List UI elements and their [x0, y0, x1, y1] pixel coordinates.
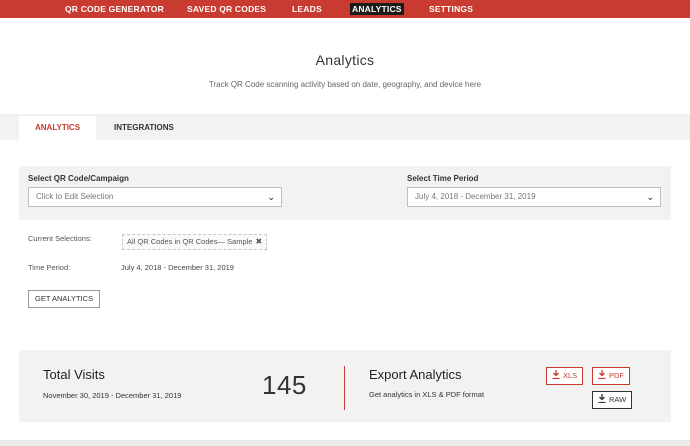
total-visits-range: November 30, 2019 - December 31, 2019 [43, 391, 182, 400]
export-subtitle: Get analytics in XLS & PDF format [369, 390, 485, 399]
time-period-row-value: July 4, 2018 - December 31, 2019 [121, 263, 234, 272]
campaign-label: Select QR Code/Campaign [28, 174, 129, 183]
close-icon[interactable]: ✖ [255, 237, 262, 246]
stats-bar: Total Visits November 30, 2019 - Decembe… [19, 350, 671, 422]
selection-chip-text: All QR Codes in QR Codes— Sample [127, 237, 253, 246]
export-raw-label: RAW [609, 395, 627, 404]
chevron-down-icon: ⌄ [267, 192, 275, 202]
nav-leads[interactable]: LEADS [292, 0, 322, 18]
download-icon [598, 394, 606, 403]
nav-analytics[interactable]: ANALYTICS [350, 3, 404, 15]
nav-settings[interactable]: SETTINGS [429, 0, 473, 18]
export-raw-button[interactable]: RAW [592, 391, 633, 409]
page-title: Analytics [315, 52, 375, 68]
page-subtitle: Track QR Code scanning activity based on… [208, 80, 482, 89]
top-nav: QR CODE GENERATOR SAVED QR CODES LEADS A… [0, 0, 690, 18]
export-pdf-button[interactable]: PDF [592, 367, 630, 385]
page-header: Analytics Track QR Code scanning activit… [0, 18, 690, 114]
nav-qr-code-generator[interactable]: QR CODE GENERATOR [65, 0, 164, 18]
footer-strip [0, 440, 690, 446]
chevron-down-icon: ⌄ [646, 192, 654, 202]
campaign-select-text: Click to Edit Selection [36, 192, 114, 201]
selection-chip: All QR Codes in QR Codes— Sample ✖ [122, 234, 268, 250]
export-pdf-label: PDF [609, 371, 624, 380]
total-visits-title: Total Visits [43, 367, 105, 382]
current-selections-label: Current Selections: [28, 234, 92, 243]
time-period-select[interactable]: July 4, 2018 - December 31, 2019 ⌄ [407, 187, 661, 207]
time-period-row-label: Time Period: [28, 263, 71, 272]
get-analytics-button[interactable]: GET ANALYTICS [28, 290, 101, 308]
tab-integrations[interactable]: INTEGRATIONS [98, 116, 190, 140]
time-period-label: Select Time Period [407, 174, 479, 183]
total-visits-count: 145 [262, 370, 307, 400]
tabs-bar: ANALYTICS INTEGRATIONS [0, 114, 690, 140]
time-period-select-text: July 4, 2018 - December 31, 2019 [415, 192, 536, 201]
filter-panel: Select QR Code/Campaign Click to Edit Se… [19, 166, 671, 320]
download-icon [598, 370, 606, 379]
stats-divider [344, 366, 345, 410]
campaign-select[interactable]: Click to Edit Selection ⌄ [28, 187, 282, 207]
export-xls-button[interactable]: XLS [546, 367, 584, 385]
export-title: Export Analytics [369, 367, 462, 382]
download-icon [552, 370, 560, 379]
nav-saved-qr-codes[interactable]: SAVED QR CODES [187, 0, 266, 18]
export-xls-label: XLS [563, 371, 578, 380]
tab-analytics[interactable]: ANALYTICS [19, 116, 97, 140]
